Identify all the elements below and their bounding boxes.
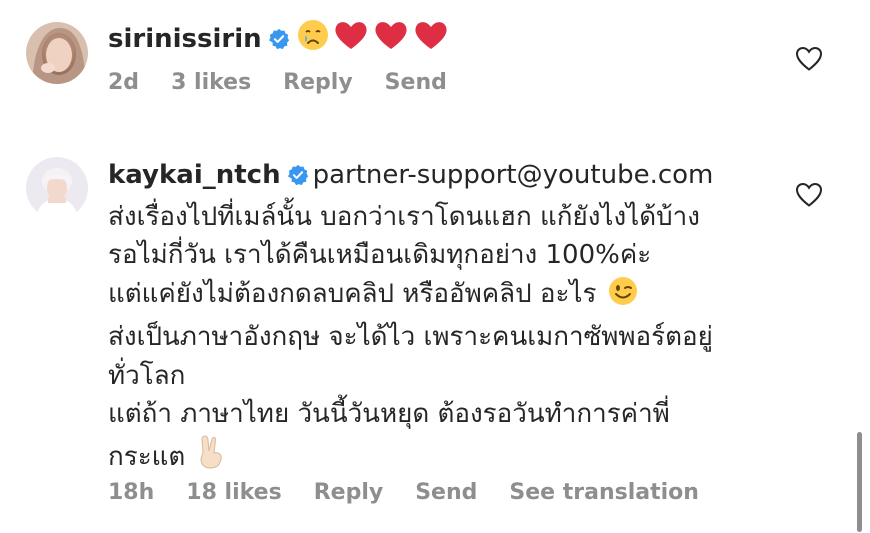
comment-likes[interactable]: 18 likes xyxy=(186,480,281,505)
send-button[interactable]: Send xyxy=(415,480,477,505)
comment-text-line: รอไม่กี่วัน เราได้คืนเหมือนเดิมทุกอย่าง … xyxy=(108,240,652,270)
comment-time: 2d xyxy=(108,70,140,95)
scrollbar[interactable] xyxy=(857,432,862,532)
reply-button[interactable]: Reply xyxy=(283,70,353,95)
comment-text: กระแต xyxy=(108,441,186,472)
comment-item: sirinissirin 2d 3 likes Reply Send xyxy=(0,0,870,130)
verified-badge-icon xyxy=(287,159,309,198)
comment-text: แต่แค่ยังไม่ต้องกดลบคลิป หรืออัพคลิป อะไ… xyxy=(108,278,597,309)
crying-face-emoji xyxy=(296,18,330,64)
comment-text-line: แต่แค่ยังไม่ต้องกดลบคลิป หรืออัพคลิป อะไ… xyxy=(108,275,770,319)
comment-text-line: ทั่วโลก xyxy=(108,360,186,391)
comment-meta: 2d 3 likes Reply Send xyxy=(108,70,479,95)
comment-text: partner-support@youtube.com xyxy=(312,160,714,190)
comment-likes[interactable]: 3 likes xyxy=(171,70,251,95)
like-heart-icon[interactable] xyxy=(795,46,823,72)
comment-text-line: แต่ถ้า ภาษาไทย วันนี้วันหยุด ต้องรอวันทำ… xyxy=(108,399,670,429)
red-heart-emoji xyxy=(332,18,370,64)
verified-badge-icon xyxy=(268,23,290,62)
comments-page: sirinissirin 2d 3 likes Reply Send kaykai_n… xyxy=(0,0,870,533)
avatar[interactable] xyxy=(26,157,88,219)
comment-text-line: กระแต xyxy=(108,434,770,482)
comment-text-line: ส่งเป็นภาษาอังกฤษ จะได้ไว เพราะคนเมกาซัพ… xyxy=(108,322,713,352)
comment-item: kaykai_ntch partner-support@youtube.com ส… xyxy=(0,140,870,533)
comment-body: kaykai_ntch partner-support@youtube.com ส… xyxy=(108,156,770,481)
reply-button[interactable]: Reply xyxy=(314,480,384,505)
comment-body: sirinissirin xyxy=(108,18,770,64)
comment-first-line: kaykai_ntch partner-support@youtube.com xyxy=(108,156,770,198)
red-heart-emoji xyxy=(412,18,450,64)
comment-first-line: sirinissirin xyxy=(108,18,770,64)
victory-hand-emoji xyxy=(196,434,226,482)
like-heart-icon[interactable] xyxy=(795,182,823,208)
comment-meta: 18h 18 likes Reply Send See translation xyxy=(108,480,731,505)
comment-time: 18h xyxy=(108,480,155,505)
comment-username[interactable]: kaykai_ntch xyxy=(108,160,281,190)
send-button[interactable]: Send xyxy=(385,70,447,95)
winking-face-emoji xyxy=(607,275,639,319)
avatar[interactable] xyxy=(26,22,88,84)
comment-text-line: ส่งเรื่องไปที่เมล์นั้น บอกว่าเราโดนแฮก แ… xyxy=(108,201,700,232)
comment-username[interactable]: sirinissirin xyxy=(108,24,262,54)
see-translation-button[interactable]: See translation xyxy=(509,480,699,505)
red-heart-emoji xyxy=(372,18,410,64)
